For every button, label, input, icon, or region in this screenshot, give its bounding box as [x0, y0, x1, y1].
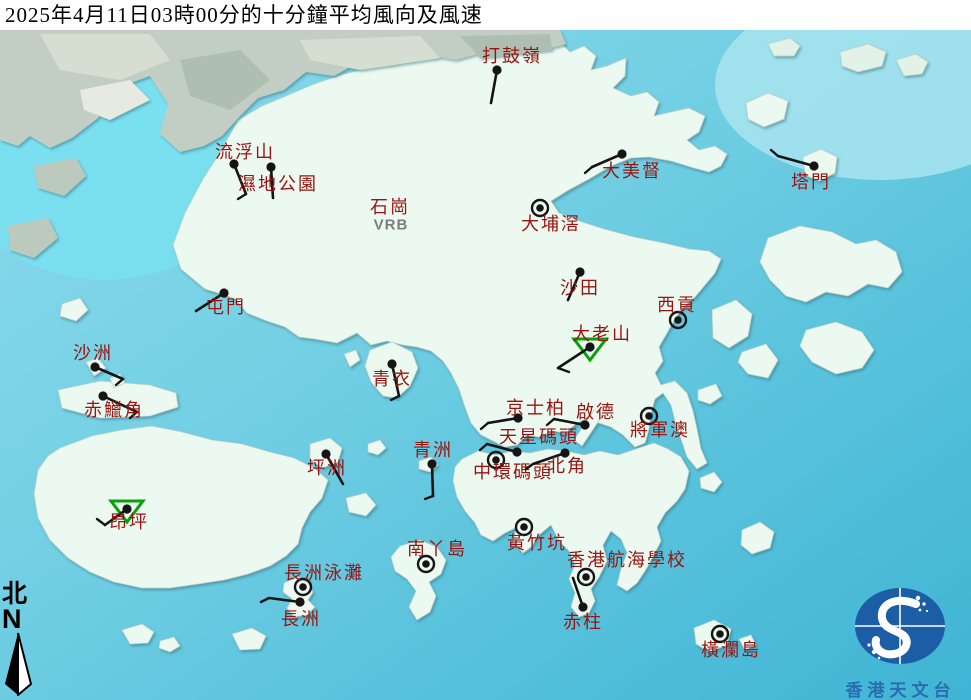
station-dot — [674, 316, 682, 324]
north-compass: 北 N — [2, 582, 36, 700]
title-bar: 2025年4月11日03時00分的十分鐘平均風向及風速 — [0, 0, 971, 30]
station-label: 赤柱 — [563, 612, 603, 632]
station-label: 京士柏 — [506, 398, 566, 418]
hko-logo: 香港天文台 HONG KONG OBSERVATORY — [830, 578, 971, 700]
station-label: 沙田 — [560, 278, 600, 298]
station-dot — [645, 412, 653, 420]
page-title: 2025年4月11日03時00分的十分鐘平均風向及風速 — [5, 3, 483, 27]
station-label: 西貢 — [657, 295, 697, 315]
station-label: 大埔滘 — [521, 214, 581, 234]
station-dot — [575, 267, 585, 277]
hko-logo-icon — [855, 588, 945, 664]
compass-north-letter: N — [2, 604, 22, 634]
station-label: 天星碼頭 — [499, 427, 579, 447]
station-label: 塔門 — [791, 172, 831, 192]
station-label: 將軍澳 — [630, 420, 690, 440]
station-dot — [295, 597, 305, 607]
station-label: 啟德 — [576, 402, 616, 422]
station-shek-kong: VRB石崗 — [370, 197, 410, 234]
station-dot — [427, 459, 437, 469]
station-label: 黃竹坑 — [507, 533, 567, 553]
station-label: 屯門 — [206, 297, 246, 317]
station-dot — [578, 602, 588, 612]
station-label: 橫瀾島 — [701, 640, 761, 660]
north-arrow-icon — [5, 632, 33, 698]
station-label: 北角 — [547, 456, 587, 476]
station-label: 南丫島 — [407, 539, 467, 559]
wind-map-screen: 打鼓嶺流浮山濕地公園 VRB 石崗 大美督塔門大埔滘沙田西貢大老山 屯門沙洲赤鱲角 青衣京… — [0, 0, 971, 700]
station-dot — [387, 359, 397, 369]
station-label: 打鼓嶺 — [482, 46, 542, 66]
station-dot — [299, 583, 307, 591]
station-label: 流浮山 — [215, 142, 275, 162]
wind-barb-staff — [430, 462, 435, 498]
hko-name-zh: 香港天文台 — [845, 681, 956, 700]
station-dot — [809, 161, 819, 171]
variable-wind-label: VRB — [374, 217, 409, 234]
station-label: 中環碼頭 — [473, 462, 553, 482]
station-dot — [492, 65, 502, 75]
station-dot — [422, 560, 430, 568]
station-dot — [520, 523, 528, 531]
station-dot — [582, 573, 590, 581]
station-label: 長洲泳灘 — [284, 563, 364, 583]
station-label: 沙洲 — [73, 343, 113, 363]
station-label: 坪洲 — [307, 458, 347, 478]
station-label: 石崗 — [370, 197, 410, 217]
station-label: 昂坪 — [109, 512, 149, 532]
station-dot — [90, 362, 100, 372]
station-label: 青衣 — [372, 369, 412, 389]
station-label: 赤鱲角 — [84, 400, 144, 420]
hong-kong-wind-map: 打鼓嶺流浮山濕地公園 VRB石崗 大美督塔門大埔滘沙田西貢大老山 屯門沙洲赤鱲角 青衣京… — [0, 0, 971, 700]
station-dot — [617, 149, 627, 159]
station-label: 長洲 — [281, 609, 321, 629]
station-label: 香港航海學校 — [567, 550, 687, 570]
station-label: 大老山 — [572, 324, 632, 344]
station-dot — [536, 204, 544, 212]
station-label: 青洲 — [413, 440, 453, 460]
station-dot — [512, 447, 522, 457]
station-label: 大美督 — [602, 161, 662, 181]
station-dot — [716, 630, 724, 638]
station-dot — [266, 162, 276, 172]
station-label: 濕地公園 — [238, 174, 318, 194]
